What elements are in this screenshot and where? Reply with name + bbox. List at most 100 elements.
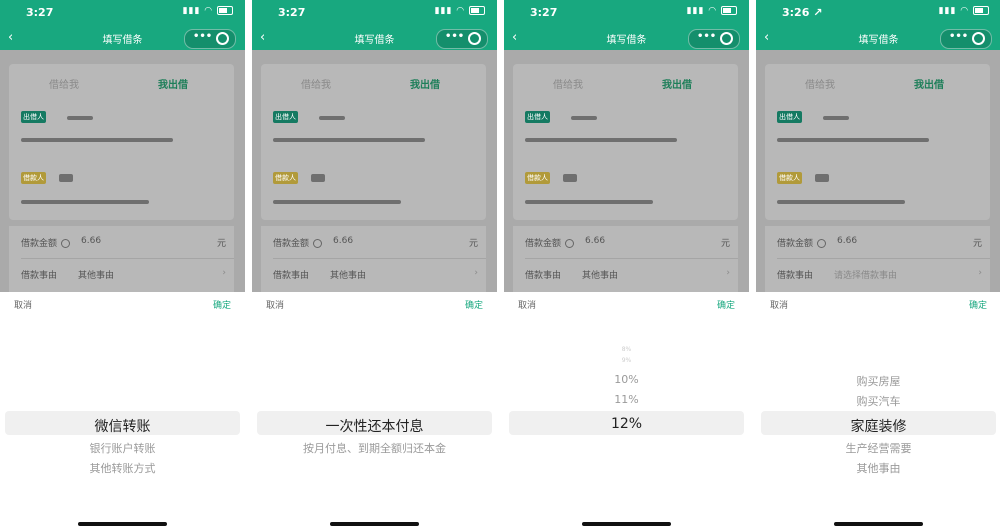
home-indicator[interactable] bbox=[330, 522, 419, 526]
phone-screen-1: 3:27 ▮▮▮ ◠ ‹ 填写借条 ••• 借给我 我出借 出借人 借款人 借款… bbox=[0, 0, 245, 531]
blurred-text bbox=[59, 174, 73, 182]
purpose-row[interactable]: 借款事由 其他事由 › bbox=[21, 268, 226, 281]
picker-option[interactable]: 银行账户转账 bbox=[0, 440, 245, 456]
picker-option[interactable]: 8% bbox=[504, 346, 749, 353]
blurred-text bbox=[815, 174, 829, 182]
purpose-value: 其他事由 bbox=[330, 271, 367, 281]
purpose-row[interactable]: 借款事由 其他事由 › bbox=[273, 268, 478, 281]
confirm-button[interactable]: 确定 bbox=[717, 298, 735, 311]
divider bbox=[777, 258, 990, 259]
tab-i-lend[interactable]: 我出借 bbox=[158, 76, 188, 91]
borrower-tag: 借款人 bbox=[21, 172, 46, 184]
picker-option[interactable]: 9% bbox=[504, 357, 749, 364]
tab-lend-to-me[interactable]: 借给我 bbox=[805, 76, 835, 91]
confirm-button[interactable]: 确定 bbox=[213, 298, 231, 311]
tab-i-lend[interactable]: 我出借 bbox=[914, 76, 944, 91]
battery-icon bbox=[217, 6, 233, 15]
battery-icon bbox=[973, 6, 989, 15]
amount-unit: 元 bbox=[216, 239, 226, 249]
target-circle-icon[interactable] bbox=[972, 32, 985, 45]
dimmed-form: 借给我 我出借 出借人 借款人 借款金额 6.66 元 借款事由 其他事由 › bbox=[0, 50, 245, 292]
tab-lend-to-me[interactable]: 借给我 bbox=[301, 76, 331, 91]
tab-i-lend[interactable]: 我出借 bbox=[662, 76, 692, 91]
cancel-button[interactable]: 取消 bbox=[266, 298, 284, 311]
borrower-tag: 借款人 bbox=[273, 172, 298, 184]
picker-option-selected[interactable]: 家庭装修 bbox=[756, 416, 1000, 436]
picker-option[interactable]: 10% bbox=[504, 373, 749, 386]
purpose-value: 其他事由 bbox=[78, 271, 115, 281]
tab-lend-to-me[interactable]: 借给我 bbox=[553, 76, 583, 91]
purpose-placeholder: 请选择借款事由 bbox=[834, 271, 898, 281]
mini-program-capsule: ••• bbox=[184, 29, 236, 49]
phone-screen-3: 3:27 ▮▮▮ ◠ ‹ 填写借条 ••• 借给我 我出借 出借人 借款人 借款… bbox=[504, 0, 749, 531]
status-icons: ▮▮▮ ◠ bbox=[183, 6, 233, 16]
dimmed-form: 借给我 我出借 出借人 借款人 借款金额 6.66 元 借款事由 其他事由 › bbox=[252, 50, 497, 292]
amount-row[interactable]: 借款金额 6.66 元 bbox=[21, 236, 226, 249]
blurred-text bbox=[823, 116, 849, 120]
tab-lend-to-me[interactable]: 借给我 bbox=[49, 76, 79, 91]
more-dots-icon[interactable]: ••• bbox=[445, 31, 464, 42]
target-circle-icon[interactable] bbox=[216, 32, 229, 45]
confirm-button[interactable]: 确定 bbox=[465, 298, 483, 311]
cancel-button[interactable]: 取消 bbox=[518, 298, 536, 311]
home-indicator[interactable] bbox=[834, 522, 923, 526]
tab-i-lend[interactable]: 我出借 bbox=[410, 76, 440, 91]
target-circle-icon[interactable] bbox=[468, 32, 481, 45]
picker-option[interactable]: 11% bbox=[504, 393, 749, 406]
divider bbox=[21, 258, 234, 259]
picker-option[interactable]: 其他事由 bbox=[756, 460, 1000, 476]
nav-header: 3:27 ▮▮▮ ◠ ‹ 填写借条 ••• bbox=[252, 0, 497, 50]
blurred-text bbox=[311, 174, 325, 182]
status-icons: ▮▮▮ ◠ bbox=[687, 6, 737, 16]
status-icons: ▮▮▮ ◠ bbox=[435, 6, 485, 16]
info-icon[interactable] bbox=[565, 239, 575, 248]
more-dots-icon[interactable]: ••• bbox=[949, 31, 968, 42]
purpose-row[interactable]: 借款事由 其他事由 › bbox=[525, 268, 730, 281]
party-card: 借给我 我出借 出借人 借款人 bbox=[513, 64, 738, 220]
purpose-row[interactable]: 借款事由 请选择借款事由 › bbox=[777, 268, 982, 281]
picker-option[interactable]: 购买房屋 bbox=[756, 373, 1000, 389]
more-dots-icon[interactable]: ••• bbox=[697, 31, 716, 42]
picker-option[interactable]: 按月付息、到期全额归还本金 bbox=[252, 440, 497, 456]
more-dots-icon[interactable]: ••• bbox=[193, 31, 212, 42]
picker-option-selected[interactable]: 12% bbox=[504, 416, 749, 432]
phone-screen-4: 3:26 ↗ ▮▮▮ ◠ ‹ 填写借条 ••• 借给我 我出借 出借人 借款人 … bbox=[756, 0, 1000, 531]
amount-unit: 元 bbox=[972, 239, 982, 249]
party-card: 借给我 我出借 出借人 借款人 bbox=[9, 64, 234, 220]
home-indicator[interactable] bbox=[78, 522, 167, 526]
purpose-label: 借款事由 bbox=[21, 271, 58, 281]
mini-program-capsule: ••• bbox=[688, 29, 740, 49]
target-circle-icon[interactable] bbox=[720, 32, 733, 45]
picker-option[interactable]: 其他转账方式 bbox=[0, 460, 245, 476]
picker-option[interactable]: 生产经营需要 bbox=[756, 440, 1000, 456]
blurred-text bbox=[21, 200, 149, 204]
confirm-button[interactable]: 确定 bbox=[969, 298, 987, 311]
cancel-button[interactable]: 取消 bbox=[14, 298, 32, 311]
dimmed-form: 借给我 我出借 出借人 借款人 借款金额 6.66 元 借款事由 其他事由 › bbox=[504, 50, 749, 292]
info-icon[interactable] bbox=[817, 239, 827, 248]
picker-option[interactable]: 购买汽车 bbox=[756, 393, 1000, 409]
chevron-right-icon: › bbox=[978, 268, 982, 278]
home-indicator[interactable] bbox=[582, 522, 671, 526]
amount-row[interactable]: 借款金额 6.66 元 bbox=[273, 236, 478, 249]
nav-header: 3:26 ↗ ▮▮▮ ◠ ‹ 填写借条 ••• bbox=[756, 0, 1000, 50]
picker-option-selected[interactable]: 一次性还本付息 bbox=[252, 416, 497, 436]
info-icon[interactable] bbox=[61, 239, 71, 248]
cancel-button[interactable]: 取消 bbox=[770, 298, 788, 311]
blurred-text bbox=[273, 200, 401, 204]
phone-screen-2: 3:27 ▮▮▮ ◠ ‹ 填写借条 ••• 借给我 我出借 出借人 借款人 借款… bbox=[252, 0, 497, 531]
blurred-text bbox=[67, 116, 93, 120]
blurred-text bbox=[273, 138, 425, 142]
blurred-text bbox=[21, 138, 173, 142]
amount-label: 借款金额 bbox=[21, 239, 58, 249]
loan-details-card: 借款金额 6.66 元 借款事由 请选择借款事由 › bbox=[765, 226, 990, 292]
amount-row[interactable]: 借款金额 6.66 元 bbox=[525, 236, 730, 249]
amount-label: 借款金额 bbox=[273, 239, 310, 249]
blurred-text bbox=[525, 138, 677, 142]
picker-toolbar: 取消 确定 bbox=[0, 292, 245, 316]
amount-row[interactable]: 借款金额 6.66 元 bbox=[777, 236, 982, 249]
divider bbox=[525, 258, 738, 259]
picker-toolbar: 取消 确定 bbox=[252, 292, 497, 316]
info-icon[interactable] bbox=[313, 239, 323, 248]
picker-option-selected[interactable]: 微信转账 bbox=[0, 416, 245, 436]
